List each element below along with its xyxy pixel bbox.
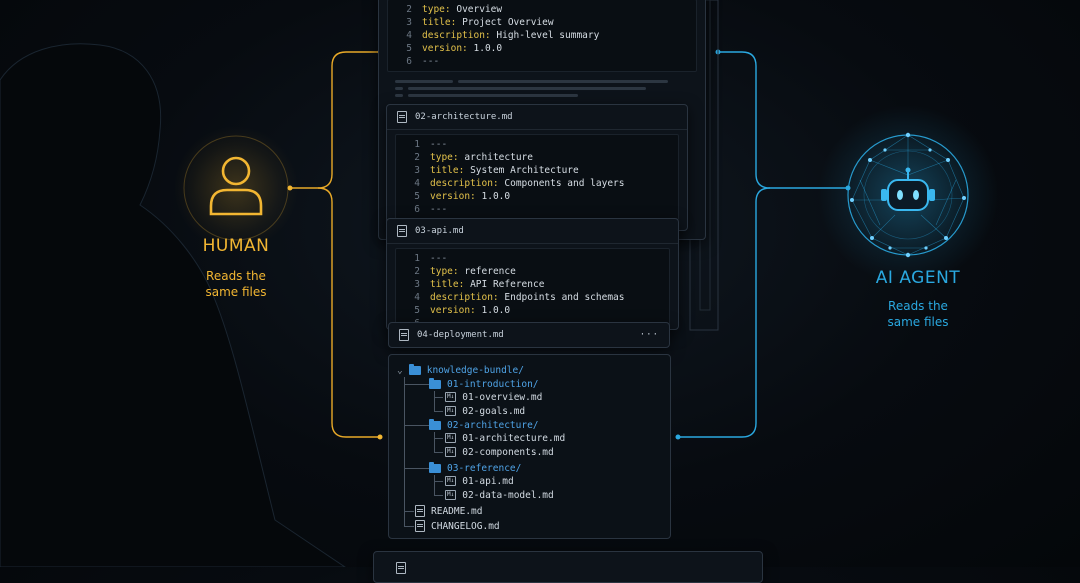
- file-icon: [415, 520, 425, 532]
- agent-subtitle-1: Reads the: [888, 299, 948, 313]
- human-subtitle-2: same files: [205, 285, 267, 299]
- bottom-card-peek: [373, 551, 763, 583]
- file-card-architecture[interactable]: 02-architecture.md 1 --- 2 type: architect…: [386, 104, 688, 231]
- file-icon: [397, 225, 407, 237]
- person-silhouette: [0, 43, 346, 567]
- markdown-icon: M↓: [445, 476, 457, 486]
- agent-title: AI AGENT: [875, 268, 961, 288]
- tree-file-architecture[interactable]: M↓ 01-architecture.md: [445, 431, 565, 445]
- filename-architecture: 02-architecture.md: [415, 112, 513, 122]
- tree-folder-reference[interactable]: 03-reference/: [429, 461, 521, 475]
- tree-file-api[interactable]: M↓ 01-api.md: [445, 474, 514, 488]
- code-block-overview: 2 type: Overview 3 title: Project Overview…: [387, 0, 697, 72]
- tree-file-overview[interactable]: M↓ 01-overview.md: [445, 390, 542, 404]
- file-card-api[interactable]: 03-api.md 1 --- 2 type: reference 3 title: …: [386, 218, 679, 334]
- markdown-icon: M↓: [445, 392, 457, 402]
- filename-deployment: 04-deployment.md: [417, 330, 504, 340]
- tree-file-readme[interactable]: README.md: [415, 504, 482, 518]
- human-subtitle-1: Reads the: [206, 269, 266, 283]
- file-tree-panel: ⌄ knowledge-bundle/ 01-introduction/ M↓ …: [388, 354, 671, 539]
- chevron-down-icon: ⌄: [397, 364, 403, 376]
- tree-file-data-model[interactable]: M↓ 02-data-model.md: [445, 488, 554, 502]
- file-icon: [397, 111, 407, 123]
- agent-subtitle-2: same files: [887, 315, 949, 329]
- folder-icon: [429, 377, 441, 389]
- file-card-deployment[interactable]: 04-deployment.md ···: [388, 322, 670, 348]
- human-connectors: [290, 51, 380, 438]
- file-icon: [396, 562, 406, 574]
- markdown-icon: M↓: [445, 406, 457, 416]
- file-icon: [399, 329, 409, 341]
- tree-file-goals[interactable]: M↓ 02-goals.md: [445, 404, 525, 418]
- tree-folder-architecture[interactable]: 02-architecture/: [429, 418, 539, 432]
- tree-file-components[interactable]: M↓ 02-components.md: [445, 445, 554, 459]
- code-block-architecture: 1 --- 2 type: architecture 3 title: System …: [395, 134, 679, 220]
- tree-folder-introduction[interactable]: 01-introduction/: [429, 377, 539, 391]
- human-title: HUMAN: [202, 236, 270, 256]
- tree-root[interactable]: ⌄ knowledge-bundle/: [397, 363, 524, 377]
- folder-icon: [408, 363, 421, 375]
- folder-icon: [429, 461, 441, 473]
- folder-icon: [429, 418, 441, 430]
- markdown-icon: M↓: [445, 447, 457, 457]
- tree-file-changelog[interactable]: CHANGELOG.md: [415, 519, 500, 533]
- file-icon: [415, 505, 425, 517]
- filename-api: 03-api.md: [415, 226, 464, 236]
- markdown-icon: M↓: [445, 433, 457, 443]
- markdown-icon: M↓: [445, 490, 457, 500]
- more-options-button[interactable]: ···: [640, 330, 659, 340]
